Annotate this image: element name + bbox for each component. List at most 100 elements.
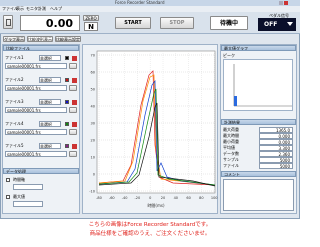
zero-button[interactable]: ZERO xyxy=(83,15,99,21)
file-path[interactable]: sample00001.frs xyxy=(5,85,67,91)
tab-graph[interactable]: グラフ表示 xyxy=(3,36,25,42)
option-label-1: 時間軸 xyxy=(13,177,25,182)
channel-button[interactable] xyxy=(3,15,13,29)
peak-marker xyxy=(234,96,237,106)
toolbar: 0.00 ZERO N START STOP 待機中 ペダル信号 OFF xyxy=(0,12,300,34)
chart-icon xyxy=(6,19,11,26)
toggle-label: OFF xyxy=(264,21,278,28)
y-tick-label: 20 xyxy=(91,139,95,143)
result-name: サンプル xyxy=(223,157,239,162)
file-color-swatch[interactable] xyxy=(65,56,69,60)
comment-field[interactable] xyxy=(223,179,294,211)
tab-compare-settings[interactable]: 比較表示設定 xyxy=(55,36,81,42)
result-name: 平均値 xyxy=(223,145,235,150)
file-state[interactable]: 非選択 xyxy=(39,55,61,61)
y-tick-label: 0 xyxy=(93,173,95,177)
caption-line-2: 商品仕様をご確認のうえ、ご注文くださいませ。 xyxy=(89,231,211,237)
status-indicator: 待機中 xyxy=(210,16,248,30)
menu-monitor[interactable]: モニタ xyxy=(26,6,38,11)
chevron-down-icon xyxy=(287,22,293,26)
file-delete-icon[interactable] xyxy=(72,100,77,105)
results-title: 計測結果 xyxy=(221,119,296,125)
file-delete-icon[interactable] xyxy=(72,78,77,83)
maximize-icon[interactable] xyxy=(279,1,283,5)
file-color-swatch[interactable] xyxy=(65,122,69,126)
file-delete-icon[interactable] xyxy=(72,56,77,61)
peak-graph xyxy=(223,59,293,111)
menu-view[interactable]: 表示 xyxy=(16,6,24,11)
x-tick-label: -80 xyxy=(96,196,102,200)
right-panel: 最大値グラフ ピーク 計測結果 最大荷重 1365.0 最大時間 0.000 最小荷重 0… xyxy=(220,44,297,214)
file-label: ファイル4 xyxy=(5,121,24,126)
window-title: Force Recorder Standard xyxy=(115,0,165,5)
left-panel-title: 比較ファイル xyxy=(3,45,79,51)
force-display: 0.00 xyxy=(20,15,80,31)
pedal-toggle[interactable]: OFF xyxy=(258,18,296,31)
x-tick-label: 80 xyxy=(199,196,203,200)
force-graph[interactable]: 706050403020100-10-80 -60 -40 -20 0 20 40 60 80 1… xyxy=(83,45,219,215)
peak-chart xyxy=(233,64,292,107)
menu-measure[interactable]: 計測 xyxy=(38,6,46,11)
browse-button[interactable] xyxy=(69,107,77,113)
browse-button[interactable] xyxy=(69,85,77,91)
result-name: 最大時間 xyxy=(223,133,239,138)
file-color-swatch[interactable] xyxy=(65,144,69,148)
x-tick-label: -40 xyxy=(122,196,128,200)
y-tick-label: 60 xyxy=(91,71,95,75)
option-checkbox-1[interactable] xyxy=(6,178,10,182)
file-color-swatch[interactable] xyxy=(65,78,69,82)
x-tick-label: 40 xyxy=(174,196,178,200)
file-path[interactable]: sample00001.frs xyxy=(5,63,67,69)
file-state[interactable]: 非選択 xyxy=(39,99,61,105)
x-tick-label: 20 xyxy=(161,196,165,200)
browse-button[interactable] xyxy=(69,151,77,157)
option-input-1[interactable] xyxy=(13,184,43,190)
file-delete-icon[interactable] xyxy=(72,144,77,149)
options-title: データ処理 xyxy=(3,168,79,174)
browse-button[interactable] xyxy=(69,63,77,69)
comment-title: コメント xyxy=(221,171,296,177)
tab-compare[interactable]: 比較波形表示 xyxy=(27,36,53,42)
close-icon[interactable] xyxy=(284,1,288,5)
peak-title: ピーク xyxy=(223,53,235,58)
stop-button[interactable]: STOP xyxy=(160,17,194,29)
left-panel: 比較ファイル ファイル1 非選択 sample00001.frs ファイル2 非選択 sa… xyxy=(2,44,80,214)
x-axis-label: 時間(ms) xyxy=(147,202,165,208)
x-tick-label: 0 xyxy=(149,196,151,200)
unit-display: N xyxy=(84,22,98,31)
y-tick-label: 50 xyxy=(91,88,95,92)
x-tick-label: 60 xyxy=(186,196,190,200)
file-state[interactable]: 非選択 xyxy=(39,77,61,83)
file-state[interactable]: 非選択 xyxy=(39,121,61,127)
file-label: ファイル5 xyxy=(5,143,24,148)
file-label: ファイル2 xyxy=(5,77,24,82)
file-label: ファイル1 xyxy=(5,55,24,60)
file-path[interactable]: sample00001.frs xyxy=(5,107,67,113)
result-name: ファイル xyxy=(223,163,239,168)
file-path[interactable]: sample00001.frs xyxy=(5,151,67,157)
graph-panel: 70 60 50 40 30 20 10 0 -10 -80 -60 -40 -20 0 20 40 60 80 1… xyxy=(82,44,218,214)
y-tick-label: 40 xyxy=(91,105,95,109)
x-tick-label: -20 xyxy=(135,196,141,200)
caption-line-1: こちらの画像はForce Recorder Standardです。 xyxy=(88,222,212,228)
result-name: 最大荷重 xyxy=(223,127,239,132)
x-tick-label: 100 xyxy=(211,196,218,200)
option-label-2: 最大値 xyxy=(13,194,25,199)
x-tick-label: -60 xyxy=(109,196,115,200)
file-label: ファイル3 xyxy=(5,99,24,104)
file-color-swatch[interactable] xyxy=(65,100,69,104)
result-value: 5000 xyxy=(259,163,293,169)
y-tick-label: 30 xyxy=(91,122,95,126)
right-panel-title: 最大値グラフ xyxy=(221,45,296,51)
y-tick-label: 10 xyxy=(91,156,95,160)
y-tick-label: -10 xyxy=(89,190,95,194)
file-state[interactable]: 非選択 xyxy=(39,143,61,149)
menu-help[interactable]: ヘルプ xyxy=(50,6,62,11)
file-path[interactable]: sample00001.frs xyxy=(5,129,67,135)
browse-button[interactable] xyxy=(69,129,77,135)
option-input-2[interactable] xyxy=(13,201,43,207)
file-delete-icon[interactable] xyxy=(72,122,77,127)
option-checkbox-2[interactable] xyxy=(6,195,10,199)
result-name: 最小荷重 xyxy=(223,139,239,144)
start-button[interactable]: START xyxy=(115,17,151,29)
